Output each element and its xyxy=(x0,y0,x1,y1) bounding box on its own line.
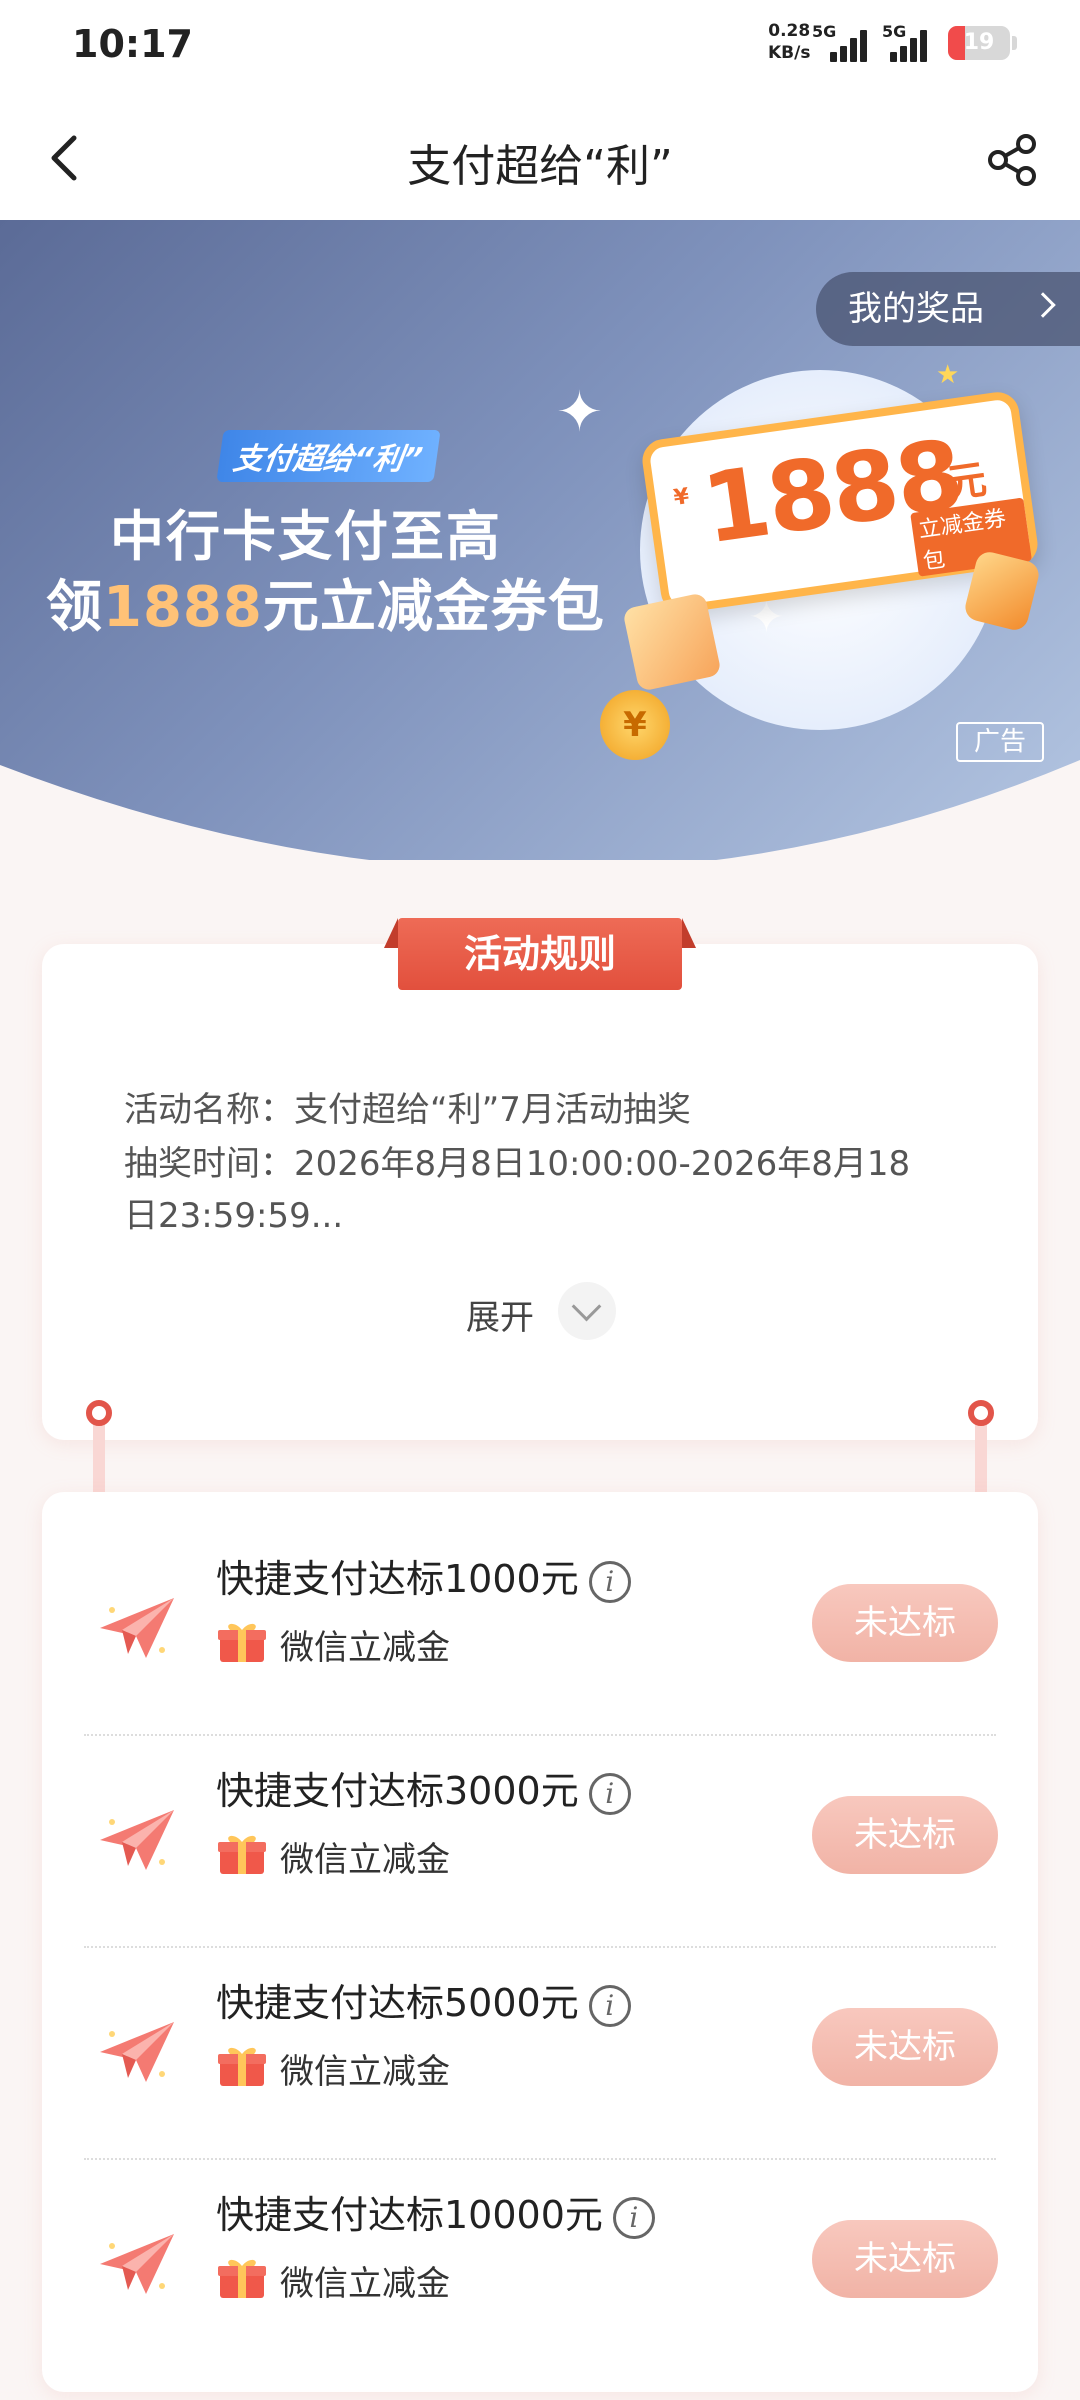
activity-name: 活动名称：支付超给“利”7月活动抽奖 xyxy=(124,1090,691,1130)
page-title: 支付超给“利” xyxy=(407,141,673,192)
battery-level: 19 xyxy=(963,30,995,55)
task-title: 快捷支付达标1000元 i xyxy=(216,1548,631,1603)
signal-1-bars-icon xyxy=(830,28,876,62)
ribbon-ear-right xyxy=(682,918,696,948)
status-time: 10:17 xyxy=(72,22,193,66)
battery-icon: 19 xyxy=(948,26,1010,60)
coin-icon: ¥ xyxy=(600,690,670,760)
star-icon: ★ xyxy=(936,360,960,390)
connector-dot xyxy=(86,1400,112,1426)
network-speed: 0.28 KB/s xyxy=(768,20,810,64)
task-status-button[interactable]: 未达标 xyxy=(812,2220,998,2298)
battery-cap xyxy=(1012,36,1017,50)
network-speed-unit: KB/s xyxy=(768,43,811,63)
brand-tag: 支付超给“利” xyxy=(216,430,440,482)
info-icon[interactable]: i xyxy=(588,1984,631,2027)
rules-title: 活动规则 xyxy=(398,918,682,990)
paper-plane-icon xyxy=(100,2234,174,2294)
promo-banner[interactable]: ✦ ✦ ★ 支付超给“利” 中行卡支付至高 领1888元立减金券包 ¥ 1888… xyxy=(0,220,1080,860)
task-row: 快捷支付达标10000元 i 微信立减金 未达标 xyxy=(42,2156,1038,2368)
task-title: 快捷支付达标5000元 i xyxy=(216,1972,631,2027)
coupon-unit: 元 xyxy=(943,456,990,508)
task-row: 快捷支付达标5000元 i 微信立减金 未达标 xyxy=(42,1944,1038,2156)
paper-plane-icon xyxy=(100,2022,174,2082)
reward-label: 微信立减金 xyxy=(280,1628,450,1668)
page: 10:17 0.28 KB/s 5G 5G 19 支付超给“利” ✦ ✦ ★ 支… xyxy=(0,0,1080,2400)
share-button[interactable] xyxy=(984,132,1042,188)
task-status-button[interactable]: 未达标 xyxy=(812,2008,998,2086)
task-row: 快捷支付达标1000元 i 微信立减金 未达标 xyxy=(42,1520,1038,1732)
task-title: 快捷支付达标10000元 i xyxy=(216,2184,655,2239)
headline-prefix: 领 xyxy=(46,575,103,640)
paper-plane-icon xyxy=(100,1810,174,1870)
banner-headline-2: 领1888元立减金券包 xyxy=(46,562,605,643)
task-row: 快捷支付达标3000元 i 微信立减金 未达标 xyxy=(42,1732,1038,1944)
sparkle-icon: ✦ xyxy=(556,380,603,445)
ribbon-ear-left xyxy=(384,918,398,948)
my-prizes-label: 我的奖品 xyxy=(848,289,984,329)
info-icon[interactable]: i xyxy=(588,1560,631,1603)
coupon-yen: ¥ xyxy=(672,484,691,511)
chevron-down-icon xyxy=(558,1282,616,1340)
reward-label: 微信立减金 xyxy=(280,1840,450,1880)
gift-icon xyxy=(218,2047,266,2086)
draw-time: 抽奖时间：2026年8月8日10:00:00-2026年8月18 xyxy=(124,1144,911,1184)
task-title: 快捷支付达标3000元 i xyxy=(216,1760,631,1815)
nav-bar: 支付超给“利” xyxy=(0,96,1080,220)
gift-icon xyxy=(218,1623,266,1662)
task-title-text: 快捷支付达标10000元 xyxy=(216,2193,603,2237)
ad-badge: 广告 xyxy=(956,722,1044,762)
gift-icon xyxy=(218,1835,266,1874)
gift-icon xyxy=(218,2259,266,2298)
task-status-button[interactable]: 未达标 xyxy=(812,1584,998,1662)
chevron-right-icon xyxy=(1030,292,1055,317)
paper-plane-icon xyxy=(100,1598,174,1658)
gift-box-icon xyxy=(622,592,722,692)
headline-suffix: 元立减金券包 xyxy=(262,575,605,640)
info-icon[interactable]: i xyxy=(588,1772,631,1815)
signal-2-bars-icon xyxy=(890,28,936,62)
connector-dot xyxy=(968,1400,994,1426)
draw-time-cont: 日23:59:59... xyxy=(124,1196,344,1236)
reward-label: 微信立减金 xyxy=(280,2052,450,2092)
task-title-text: 快捷支付达标3000元 xyxy=(216,1769,579,1813)
reward-label: 微信立减金 xyxy=(280,2264,450,2304)
headline-number: 1888 xyxy=(103,575,263,640)
task-status-button[interactable]: 未达标 xyxy=(812,1796,998,1874)
task-title-text: 快捷支付达标1000元 xyxy=(216,1557,579,1601)
info-icon[interactable]: i xyxy=(612,2196,655,2239)
banner-headline-1: 中行卡支付至高 xyxy=(110,505,502,568)
rules-ribbon: 活动规则 xyxy=(384,918,696,990)
share-icon xyxy=(988,134,1036,186)
my-prizes-button[interactable]: 我的奖品 xyxy=(816,272,1080,346)
status-bar: 10:17 0.28 KB/s 5G 5G 19 xyxy=(0,0,1080,96)
task-title-text: 快捷支付达标5000元 xyxy=(216,1981,579,2025)
network-speed-value: 0.28 xyxy=(768,21,811,41)
expand-label: 展开 xyxy=(466,1298,534,1338)
